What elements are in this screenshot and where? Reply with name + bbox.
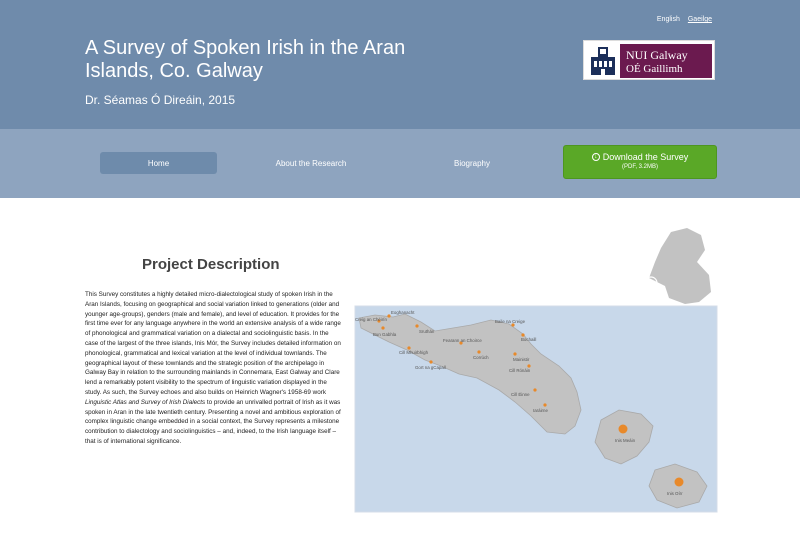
language-switcher: English Gaeilge <box>657 16 712 23</box>
description-part-1: This Survey constitutes a highly detaile… <box>85 291 341 396</box>
nui-galway-logo[interactable]: NUI Galway OÉ Gaillimh <box>583 40 715 80</box>
download-label-row: ↓ Download the Survey <box>564 152 716 162</box>
site-header: English Gaeilge A Survey of Spoken Irish… <box>0 0 800 129</box>
marker-iarairne <box>543 403 547 407</box>
ireland-outline <box>649 228 711 304</box>
marker-bun-gabhla <box>381 326 385 330</box>
map-label-iarairne: Iaráirne <box>533 408 548 413</box>
map-label-cill-mhuirbhigh: Cill Mhuirbhigh <box>399 350 429 355</box>
project-description-heading: Project Description <box>142 256 280 273</box>
map-label-cill-einne: Cill Éinne <box>511 392 530 397</box>
nav-about-research[interactable]: About the Research <box>255 152 367 174</box>
map-label-inis-oirr: Inis Oírr <box>667 491 683 496</box>
nav-biography[interactable]: Biography <box>420 152 524 174</box>
university-building-icon <box>588 44 618 78</box>
logo-line-2: OÉ Gaillimh <box>626 63 683 75</box>
download-size: (PDF, 3.2MB) <box>621 164 658 170</box>
project-description-text: This Survey constitutes a highly detaile… <box>85 290 343 447</box>
marker-corruch <box>477 350 481 354</box>
map-label-corruch: Corrúch <box>473 355 489 360</box>
map-label-cill-ronain: Cill Rónáin <box>509 368 531 373</box>
map-label-baile-na-creige: Baile na Creige <box>495 319 526 324</box>
marker-inis-oirr <box>674 477 684 487</box>
aran-islands-map: Creig an Chéirín Eoghanacht Bun Gabhla S… <box>354 228 718 513</box>
map-label-sruthan: Sruthán <box>419 329 435 334</box>
marker-sruthan <box>415 324 419 328</box>
download-survey-button[interactable]: ↓ Download the Survey (PDF, 3.2MB) <box>563 145 717 179</box>
marker-inis-meain <box>618 424 628 434</box>
nav-home[interactable]: Home <box>100 152 217 174</box>
logo-text-band: NUI Galway OÉ Gaillimh <box>620 44 712 78</box>
atlas-title: Linguistic Atlas and Survey of Irish Dia… <box>85 398 206 406</box>
map-label-eoghanacht: Eoghanacht <box>391 310 415 315</box>
author-subtitle: Dr. Séamas Ó Direáin, 2015 <box>85 93 236 107</box>
logo-line-1: NUI Galway <box>626 48 688 62</box>
marker-gort-na-gcapall <box>429 360 433 364</box>
site-title: A Survey of Spoken Irish in the Aran Isl… <box>85 37 406 82</box>
map-label-mainistir: Mainistir <box>513 357 530 362</box>
marker-mainistir <box>513 352 517 356</box>
lang-irish-link[interactable]: Gaeilge <box>688 16 712 23</box>
map-label-fearann-an-choirce: Fearann an Choirce <box>443 338 482 343</box>
download-circle-icon: ↓ <box>591 153 600 161</box>
map-label-bun-gabhla: Bun Gabhla <box>373 332 397 337</box>
map-label-inis-meain: Inis Meáin <box>615 438 636 443</box>
lang-english-link[interactable]: English <box>657 16 680 23</box>
map-label-bochaill: Bochaill <box>521 337 536 342</box>
map-label-gort-na-gcapall: Gort na gCapall <box>415 365 446 370</box>
marker-cill-einne <box>533 388 537 392</box>
ireland-inset <box>644 228 711 307</box>
download-label: Download the Survey <box>602 152 689 162</box>
map-label-creig-an-cheirin: Creig an Chéirín <box>355 317 388 322</box>
